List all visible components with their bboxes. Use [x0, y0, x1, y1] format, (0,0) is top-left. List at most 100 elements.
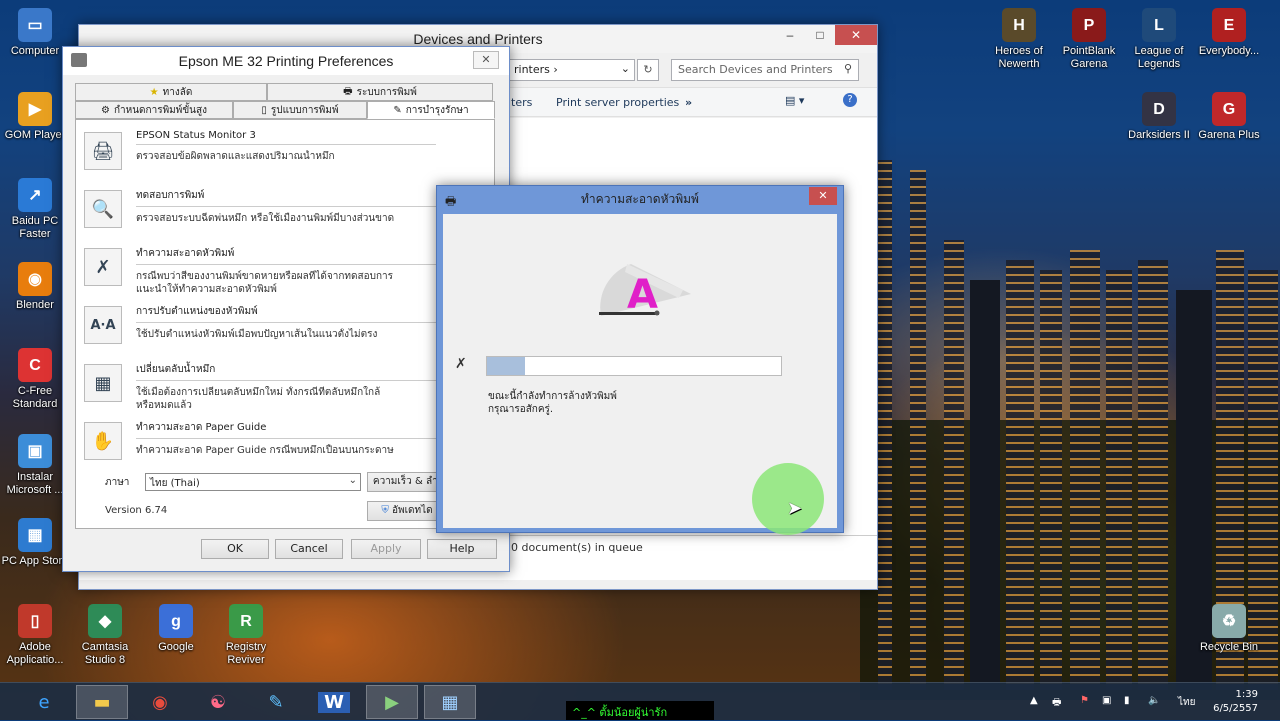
garena-plus-icon: G [1212, 92, 1246, 126]
tray-flag-icon[interactable]: ⚑ [1080, 695, 1089, 706]
ok-button[interactable]: OK [201, 539, 269, 559]
clock-date: 6/5/2557 [1213, 703, 1258, 714]
league-of-legends-icon: L [1142, 8, 1176, 42]
language-select[interactable]: ไทย (Thai) ⌄ [145, 473, 361, 491]
desktop-icon-label: PC App Store [1, 555, 69, 567]
desktop-icon-pc-app-store[interactable]: ▦ PC App Store [0, 518, 70, 568]
word-icon[interactable]: W [308, 685, 360, 719]
nozzle-check-icon[interactable]: 🔍 [84, 190, 122, 228]
input-language[interactable]: ไทย [1178, 695, 1195, 710]
desktop-icon-computer[interactable]: ▭ Computer [0, 8, 70, 58]
desktop-icon-instalar-microsoft[interactable]: ▣ Instalar Microsoft ... [0, 434, 70, 497]
item-paper-guide[interactable]: ✋ ทำความสะอาด Paper Guide ทำความสะอาด Pa… [84, 420, 436, 460]
chrome-icon[interactable]: ◉ [134, 685, 186, 719]
desktop-icon-darksiders[interactable]: D Darksiders II [1124, 92, 1194, 142]
desktop-icon-camtasia[interactable]: ◆ Camtasia Studio 8 [70, 604, 140, 667]
tray-app-icon[interactable]: ▣ [1102, 695, 1111, 706]
update-button[interactable]: ⛨ อัพเดทได [367, 501, 447, 521]
desktop-icon-registry-reviver[interactable]: R Registry Reviver [211, 604, 281, 667]
cmd-see-printers[interactable]: ters [511, 96, 532, 109]
minimize-button[interactable]: – [775, 25, 805, 45]
cleaning-message-line1: ขณะนี้กำลังทำการล้างหัวพิมพ์ [488, 391, 617, 402]
desktop-icon-label: Computer [10, 45, 60, 57]
apply-button[interactable]: Apply [351, 539, 421, 559]
language-label: ภาษา [105, 477, 130, 488]
desktop-icon-everybody[interactable]: E Everybody... [1194, 8, 1264, 58]
tab-shortcuts[interactable]: ★ ทางลัด [75, 83, 267, 101]
file-explorer-icon[interactable]: ▬ [76, 685, 128, 719]
desktop-icon-pointblank[interactable]: P PointBlank Garena [1054, 8, 1124, 71]
app-swirl-icon[interactable]: ☯ [192, 685, 244, 719]
desktop-icon-adobe[interactable]: ▯ Adobe Applicatio... [0, 604, 70, 667]
volume-icon[interactable]: 🔈 [1148, 695, 1160, 706]
item-title: EPSON Status Monitor 3 [136, 130, 436, 145]
status-monitor-icon[interactable]: 🖨 [84, 132, 122, 170]
desktop-icon-garena-plus[interactable]: G Garena Plus [1194, 92, 1264, 142]
tab-page-layout[interactable]: ▯ รูปแบบการพิมพ์ [233, 101, 367, 119]
tray-network-icon[interactable]: ▮ [1124, 695, 1130, 706]
print-head-animation-icon: A [599, 264, 691, 318]
google-icon: g [159, 604, 193, 638]
epson-titlebar[interactable]: Epson ME 32 Printing Preferences ✕ [63, 47, 509, 75]
refresh-button[interactable]: ↻ [637, 59, 659, 81]
item-head-cleaning[interactable]: ✗ ทำความสะอาดหัวพิมพ์ กรณีพบว่าสีของงานพ… [84, 246, 436, 296]
address-text: rinters [514, 63, 550, 76]
paper-guide-icon[interactable]: ✋ [84, 422, 122, 460]
view-options-icon[interactable]: ▤ ▾ [785, 94, 804, 107]
cancel-button[interactable]: Cancel [275, 539, 343, 559]
desktop-icon-league-of-legends[interactable]: L League of Legends [1124, 8, 1194, 71]
item-desc: ตรวจสอบข้อผิดพลาดและแสดงปริมาณน้ำหมึก [136, 151, 335, 162]
desktop-icon-label: GOM Player [4, 129, 66, 141]
control-panel-icon[interactable]: ▦ [424, 685, 476, 719]
tab-maintenance[interactable]: ✎ การบำรุงรักษา [367, 101, 495, 119]
star-icon: ★ [149, 86, 159, 98]
desktop-icon-heroes-of-newerth[interactable]: H Heroes of Newerth [984, 8, 1054, 71]
speed-progress-button[interactable]: ความเร็ว & ลำเ [367, 472, 447, 492]
address-bar[interactable]: rinters › ⌄ [507, 59, 635, 81]
desktop-icon-label: Garena Plus [1198, 129, 1260, 141]
tab-advanced[interactable]: ⚙ กำหนดการพิมพ์ขั้นสูง [75, 101, 233, 119]
tray-printer-icon[interactable]: 🖶 [1052, 695, 1061, 712]
media-app-icon[interactable]: ▶ [366, 685, 418, 719]
desktop-icon-baidu-pc-faster[interactable]: ↗ Baidu PC Faster [0, 178, 70, 241]
registry-reviver-icon: R [229, 604, 263, 638]
desktop-icon-google[interactable]: g Google [141, 604, 211, 654]
item-replace-cartridge[interactable]: ▦ เปลี่ยนตลับน้ำหมึก ใช้เมื่อต้องการเปลี… [84, 362, 436, 412]
desktop-icon-recycle-bin[interactable]: ♻ Recycle Bin [1194, 604, 1264, 654]
item-status-monitor[interactable]: 🖨 EPSON Status Monitor 3 ตรวจสอบข้อผิดพล… [84, 130, 436, 170]
marquee-text: ^_^ ตั้มน้อยผู้น่ารัก [566, 701, 714, 720]
tab-row-front: ⚙ กำหนดการพิมพ์ขั้นสูง ▯ รูปแบบการพิมพ์ … [75, 101, 495, 119]
tab-print-system[interactable]: 🖶 ระบบการพิมพ์ [267, 83, 493, 101]
darksiders-icon: D [1142, 92, 1176, 126]
tray-up-arrow-icon[interactable]: ▲ [1030, 695, 1038, 706]
help-button[interactable]: Help [427, 539, 497, 559]
print-head-alignment-icon[interactable]: A·A [84, 306, 122, 344]
item-title: การปรับตำแหน่งของหัวพิมพ์ [136, 304, 436, 323]
clock[interactable]: 1:39 6/5/2557 [1213, 688, 1258, 716]
search-input[interactable]: Search Devices and Printers ⚲ [671, 59, 859, 81]
desktop-icon-gom-player[interactable]: ▶ GOM Player [0, 92, 70, 142]
computer-icon: ▭ [18, 8, 52, 42]
ink-cartridge-icon[interactable]: ▦ [84, 364, 122, 402]
desktop-icon-label: Baidu PC Faster [11, 215, 59, 240]
head-cleaning-titlebar[interactable]: 🖶 ทำความสะอาดหัวพิมพ์ ✕ [437, 186, 843, 212]
close-button[interactable]: ✕ [835, 25, 877, 45]
close-button[interactable]: ✕ [809, 187, 837, 205]
adobe-icon: ▯ [18, 604, 52, 638]
desktop-icon-c-free[interactable]: C C-Free Standard [0, 348, 70, 411]
gear-icon: ⚙ [100, 104, 110, 116]
cmd-print-server-properties[interactable]: Print server properties [556, 96, 679, 109]
tab-label: รูปแบบการพิมพ์ [270, 104, 339, 116]
paint-icon[interactable]: ✎ [250, 685, 302, 719]
desktop-icon-blender[interactable]: ◉ Blender [0, 262, 70, 312]
item-head-alignment[interactable]: A·A การปรับตำแหน่งของหัวพิมพ์ ใช้ปรับตำแ… [84, 304, 436, 344]
help-icon[interactable]: ? [843, 93, 857, 107]
maximize-button[interactable]: □ [805, 25, 835, 45]
head-cleaning-icon[interactable]: ✗ [84, 248, 122, 286]
desktop-icon-label: League of Legends [1134, 45, 1184, 70]
item-nozzle-check[interactable]: 🔍 ทดสอบการพิมพ์ ตรวจสอบระบบฉีดพ่นหมึก หร… [84, 188, 436, 228]
cmd-more[interactable]: » [685, 96, 692, 109]
internet-explorer-icon[interactable]: e [18, 685, 70, 719]
close-button[interactable]: ✕ [473, 51, 499, 69]
chevron-down-icon[interactable]: ⌄ [621, 62, 630, 75]
